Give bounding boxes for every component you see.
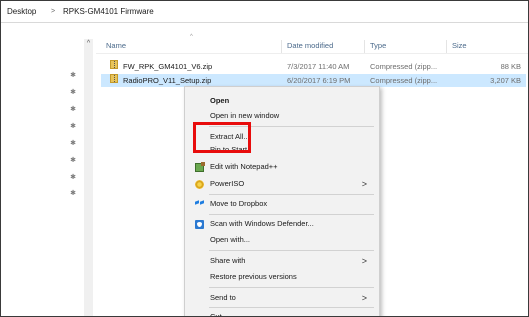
- menu-item-label: PowerISO: [210, 179, 245, 188]
- file-name: FW_RPK_GM4101_V6.zip: [123, 62, 213, 71]
- pin-icon: ✱: [70, 140, 76, 147]
- zip-folder-icon: [110, 60, 118, 69]
- navigation-pane: ✱ ✱ ✱ ✱ ✱ ✱ ✱ ✱: [1, 23, 83, 316]
- menu-item-open[interactable]: Open: [185, 93, 379, 109]
- menu-separator: [209, 194, 374, 195]
- menu-item-cut[interactable]: Cut: [185, 309, 379, 317]
- pin-icon: ✱: [70, 190, 76, 197]
- zip-folder-icon: [110, 74, 118, 83]
- menu-item-poweriso[interactable]: PowerISO >: [185, 176, 379, 192]
- pin-icon: ✱: [70, 89, 76, 96]
- column-divider[interactable]: [281, 40, 282, 53]
- address-bar[interactable]: Desktop > RPKS-GM4101 Firmware: [1, 1, 528, 23]
- file-date-modified: 7/3/2017 11:40 AM: [287, 62, 350, 71]
- extract-all-highlight-box: [193, 122, 251, 153]
- column-header-name[interactable]: Name: [106, 39, 126, 53]
- chevron-right-icon: >: [361, 179, 367, 189]
- column-divider[interactable]: [364, 40, 365, 53]
- column-header-date-modified[interactable]: Date modified: [287, 39, 333, 53]
- chevron-right-icon: >: [361, 256, 367, 266]
- file-row[interactable]: FW_RPK_GM4101_V6.zip 7/3/2017 11:40 AM C…: [101, 60, 526, 73]
- menu-item-label: Move to Dropbox: [210, 199, 268, 208]
- menu-item-restore-previous-versions[interactable]: Restore previous versions: [185, 269, 379, 285]
- header-divider: [96, 53, 528, 54]
- menu-separator: [209, 307, 374, 308]
- sort-indicator-icon: ^: [190, 34, 193, 40]
- menu-item-send-to[interactable]: Send to >: [185, 290, 379, 306]
- menu-item-label: Cut: [210, 312, 222, 317]
- pin-icon: ✱: [70, 174, 76, 181]
- file-size: 88 KB: [500, 62, 521, 71]
- file-size: 3,207 KB: [490, 76, 521, 85]
- menu-item-label: Open with...: [210, 235, 251, 244]
- menu-separator: [209, 287, 374, 288]
- pin-icon: ✱: [70, 157, 76, 164]
- dropbox-icon: [195, 200, 204, 209]
- context-menu: Open Open in new window Extract All... P…: [184, 86, 380, 317]
- poweriso-icon: [195, 180, 204, 189]
- menu-item-label: Restore previous versions: [210, 272, 297, 281]
- menu-item-label: Share with: [210, 256, 246, 265]
- menu-item-move-to-dropbox[interactable]: Move to Dropbox: [185, 196, 379, 212]
- chevron-right-icon: >: [361, 293, 367, 303]
- column-header-type[interactable]: Type: [370, 39, 386, 53]
- pin-icon: ✱: [70, 72, 76, 79]
- breadcrumb-separator: >: [51, 8, 56, 15]
- pin-icon: ✱: [70, 106, 76, 113]
- nav-scrollbar[interactable]: ^: [84, 39, 93, 316]
- menu-item-label: Edit with Notepad++: [210, 162, 278, 171]
- explorer-window: Desktop > RPKS-GM4101 Firmware ✱ ✱ ✱ ✱ ✱…: [0, 0, 529, 317]
- notepad-plus-plus-icon: [195, 162, 205, 172]
- menu-separator: [209, 214, 374, 215]
- pin-icon: ✱: [70, 123, 76, 130]
- menu-item-share-with[interactable]: Share with >: [185, 253, 379, 269]
- menu-separator: [209, 250, 374, 251]
- menu-item-open-with[interactable]: Open with...: [185, 232, 379, 248]
- scroll-up-arrow-icon[interactable]: ^: [84, 39, 93, 48]
- column-divider[interactable]: [446, 40, 447, 53]
- windows-defender-icon: [195, 220, 204, 229]
- menu-item-scan-defender[interactable]: Scan with Windows Defender...: [185, 216, 379, 232]
- menu-item-label: Scan with Windows Defender...: [210, 219, 314, 228]
- column-header-size[interactable]: Size: [452, 39, 467, 53]
- breadcrumb-desktop[interactable]: Desktop: [7, 1, 36, 22]
- menu-item-edit-notepad[interactable]: Edit with Notepad++: [185, 159, 379, 175]
- menu-item-label: Send to: [210, 293, 236, 302]
- menu-item-label: Open: [210, 96, 230, 105]
- file-type: Compressed (zipp...: [370, 76, 438, 85]
- breadcrumb-current-folder[interactable]: RPKS-GM4101 Firmware: [63, 1, 154, 22]
- file-type: Compressed (zipp...: [370, 62, 438, 71]
